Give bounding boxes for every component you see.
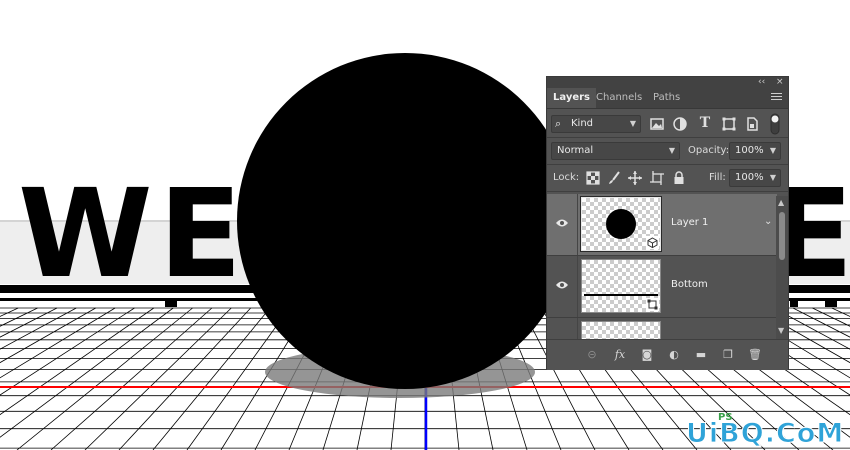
panel-title-bar[interactable]: ‹‹ × bbox=[547, 77, 788, 88]
layer-list-scrollbar[interactable]: ▲ ▼ bbox=[776, 196, 788, 339]
layer-name[interactable]: Bottom bbox=[671, 279, 708, 290]
scroll-down-icon[interactable]: ▼ bbox=[778, 326, 784, 335]
thumbnail-base-line bbox=[584, 294, 658, 296]
filter-toggle-icon[interactable] bbox=[769, 113, 781, 135]
lock-transparent-pixels-icon[interactable] bbox=[585, 170, 601, 186]
separator bbox=[547, 191, 788, 192]
layer-row-partial[interactable] bbox=[547, 318, 777, 339]
separator bbox=[547, 164, 788, 165]
collapse-panel-button[interactable]: ‹‹ bbox=[758, 77, 765, 88]
layers-panel[interactable]: ‹‹ × Layers Channels Paths ⌕ Kind ▼ T No… bbox=[546, 76, 789, 370]
new-layer-icon[interactable]: ❐ bbox=[720, 347, 736, 363]
close-panel-button[interactable]: × bbox=[776, 77, 784, 88]
separator bbox=[547, 137, 788, 138]
shape-filter-icon[interactable] bbox=[721, 116, 737, 132]
layer-thumbnail[interactable] bbox=[580, 196, 662, 252]
smart-object-badge-icon bbox=[646, 236, 659, 249]
watermark: PS UiBQ.CoM bbox=[685, 412, 846, 450]
lock-all-icon[interactable] bbox=[671, 170, 687, 186]
visibility-toggle[interactable] bbox=[547, 318, 578, 339]
chevron-down-icon: ▼ bbox=[629, 119, 636, 128]
scrollbar-thumb[interactable] bbox=[779, 212, 785, 260]
kind-label: Kind bbox=[571, 118, 594, 129]
lock-position-icon[interactable] bbox=[627, 170, 643, 186]
layer-thumbnail[interactable] bbox=[581, 259, 661, 313]
visibility-toggle[interactable] bbox=[547, 194, 578, 255]
watermark-brand-text: UiBQ.CoM bbox=[685, 418, 845, 450]
tab-channels[interactable]: Channels bbox=[590, 88, 648, 108]
add-mask-icon[interactable]: ◙ bbox=[639, 347, 655, 363]
search-icon: ⌕ bbox=[555, 117, 562, 130]
panel-tabs: Layers Channels Paths bbox=[547, 88, 788, 109]
layer-row-bottom[interactable]: Bottom bbox=[547, 256, 777, 318]
chevron-down-icon: ▼ bbox=[769, 173, 776, 182]
layer-list[interactable]: Layer 1 ⌄ Bottom bbox=[547, 194, 788, 339]
panel-menu-icon[interactable] bbox=[771, 91, 782, 103]
lock-artboard-icon[interactable] bbox=[649, 170, 665, 186]
adjustment-filter-icon[interactable] bbox=[672, 116, 688, 132]
fx-icon[interactable]: fx bbox=[612, 347, 628, 363]
opacity-label: Opacity: bbox=[688, 145, 730, 156]
lock-image-pixels-icon[interactable] bbox=[606, 170, 622, 186]
fill-label: Fill: bbox=[709, 172, 726, 183]
tab-paths[interactable]: Paths bbox=[647, 88, 686, 108]
layer-row-layer-1[interactable]: Layer 1 ⌄ bbox=[547, 194, 777, 256]
opacity-field[interactable]: 100% ▼ bbox=[729, 142, 781, 160]
lock-label: Lock: bbox=[553, 172, 580, 183]
panel-footer: ⊝ fx ◙ ◐ ▬ ❐ 🗑 bbox=[547, 339, 788, 370]
tab-layers[interactable]: Layers bbox=[547, 88, 596, 108]
smart-object-filter-icon[interactable] bbox=[744, 116, 760, 132]
chevron-down-icon: ▼ bbox=[668, 146, 675, 155]
black-sphere[interactable] bbox=[237, 53, 573, 389]
delete-layer-icon[interactable]: 🗑 bbox=[747, 347, 763, 363]
link-layers-icon[interactable]: ⊝ bbox=[584, 347, 600, 363]
base-foot-right bbox=[825, 301, 837, 307]
blend-mode-value: Normal bbox=[557, 145, 594, 156]
chevron-down-icon: ▼ bbox=[769, 146, 776, 155]
vector-smart-object-badge-icon bbox=[646, 298, 659, 311]
base-foot-right-2 bbox=[790, 301, 798, 307]
adjustment-layer-icon[interactable]: ◐ bbox=[666, 347, 682, 363]
fill-value: 100% bbox=[735, 172, 764, 183]
blend-mode-select[interactable]: Normal ▼ bbox=[551, 142, 680, 160]
photoshop-window: WE E ‹‹ × Layers Channels Paths ⌕ Kind ▼… bbox=[0, 0, 850, 450]
fill-field[interactable]: 100% ▼ bbox=[729, 169, 781, 187]
eye-icon[interactable] bbox=[555, 280, 569, 290]
type-filter-icon[interactable]: T bbox=[697, 115, 713, 131]
chevron-down-icon[interactable]: ⌄ bbox=[764, 216, 772, 227]
scroll-up-icon[interactable]: ▲ bbox=[778, 198, 784, 207]
layer-thumbnail[interactable] bbox=[581, 321, 661, 339]
layer-filter-kind-select[interactable]: ⌕ Kind ▼ bbox=[551, 115, 641, 133]
headline-text: WE bbox=[18, 163, 248, 305]
base-foot-left bbox=[165, 301, 177, 307]
image-filter-icon[interactable] bbox=[649, 116, 665, 132]
layer-name[interactable]: Layer 1 bbox=[671, 217, 708, 228]
eye-icon[interactable] bbox=[555, 218, 569, 228]
opacity-value: 100% bbox=[735, 145, 764, 156]
new-group-icon[interactable]: ▬ bbox=[693, 347, 709, 363]
visibility-toggle[interactable] bbox=[547, 256, 578, 317]
